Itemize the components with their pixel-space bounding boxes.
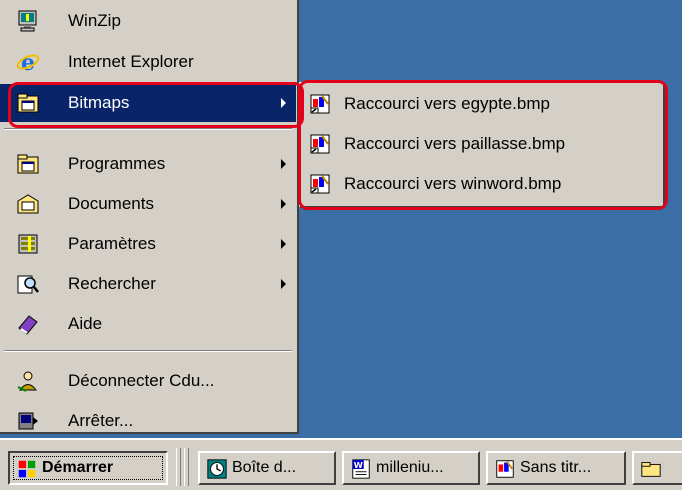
submenu-item-label: Raccourci vers paillasse.bmp bbox=[344, 134, 566, 153]
menu-separator bbox=[4, 350, 292, 352]
start-menu-item-label: Déconnecter Cdu... bbox=[68, 371, 215, 390]
paint-shortcut-icon bbox=[310, 174, 330, 194]
logoff-icon bbox=[17, 371, 37, 392]
submenu-arrow-icon bbox=[281, 199, 286, 209]
start-menu-item-bitmaps[interactable]: Bitmaps bbox=[0, 84, 296, 122]
word-doc-icon: W bbox=[352, 459, 370, 479]
taskbar-grip[interactable] bbox=[176, 448, 181, 486]
menu-separator bbox=[4, 128, 292, 130]
taskbar-button-label: Boîte d... bbox=[232, 459, 297, 476]
submenu-arrow-icon bbox=[281, 279, 286, 289]
taskbar-grip[interactable] bbox=[184, 448, 189, 486]
taskbar-button-label: milleniu... bbox=[376, 459, 444, 476]
taskbar: Démarrer Boîte d... W milleniu... Sans t… bbox=[0, 438, 682, 490]
paint-shortcut-icon bbox=[310, 94, 330, 114]
submenu-item-label: Raccourci vers winword.bmp bbox=[344, 174, 562, 193]
start-menu-item-deconnecter[interactable]: Déconnecter Cdu... bbox=[0, 362, 296, 400]
winzip-icon bbox=[18, 10, 37, 32]
submenu-arrow-icon bbox=[281, 159, 286, 169]
search-icon bbox=[17, 275, 39, 294]
start-menu-item-label: Internet Explorer bbox=[68, 52, 194, 71]
taskbar-button-inbox[interactable]: Boîte d... bbox=[198, 451, 336, 485]
start-menu-item-winzip[interactable]: WinZip bbox=[0, 2, 296, 40]
submenu-arrow-icon bbox=[281, 239, 286, 249]
start-menu-item-label: Arrêter... bbox=[68, 411, 134, 430]
start-menu-item-documents[interactable]: Documents bbox=[0, 185, 296, 223]
taskbar-button-millenium[interactable]: W milleniu... bbox=[342, 451, 480, 485]
start-menu-item-label: Bitmaps bbox=[68, 93, 130, 112]
start-menu-item-label: WinZip bbox=[68, 11, 121, 30]
internet-explorer-icon: e bbox=[16, 50, 40, 74]
paint-icon bbox=[496, 460, 514, 478]
svg-text:W: W bbox=[354, 460, 363, 470]
svg-text:e: e bbox=[21, 50, 35, 74]
paint-shortcut-icon bbox=[310, 134, 330, 154]
submenu-item-egypte[interactable]: Raccourci vers egypte.bmp bbox=[300, 85, 662, 123]
start-menu-item-programmes[interactable]: Programmes bbox=[0, 145, 296, 183]
bitmaps-submenu: Raccourci vers egypte.bmp Raccourci vers… bbox=[299, 82, 665, 208]
submenu-arrow-icon bbox=[281, 98, 286, 108]
start-menu: WinZip e Internet Explorer Bitmaps Progr… bbox=[0, 0, 299, 434]
start-button-label: Démarrer bbox=[42, 459, 114, 476]
windows-logo-icon bbox=[18, 460, 36, 478]
submenu-item-winword[interactable]: Raccourci vers winword.bmp bbox=[300, 165, 662, 203]
start-menu-item-label: Aide bbox=[68, 314, 103, 333]
start-menu-item-label: Paramètres bbox=[68, 234, 156, 253]
start-menu-item-internet-explorer[interactable]: e Internet Explorer bbox=[0, 43, 296, 81]
settings-icon bbox=[18, 234, 38, 254]
folder-icon bbox=[641, 462, 661, 477]
start-menu-item-label: Rechercher bbox=[68, 274, 156, 293]
start-menu-item-aide[interactable]: Aide bbox=[0, 305, 296, 343]
submenu-item-label: Raccourci vers egypte.bmp bbox=[344, 94, 550, 113]
taskbar-button-label: Sans titr... bbox=[520, 459, 592, 476]
outlook-icon bbox=[207, 459, 227, 479]
programs-folder-icon bbox=[17, 154, 39, 174]
start-menu-item-label: Programmes bbox=[68, 154, 166, 173]
taskbar-button-folder[interactable] bbox=[632, 451, 682, 485]
documents-folder-icon bbox=[17, 194, 39, 214]
start-menu-item-arreter[interactable]: Arrêter... bbox=[0, 402, 296, 440]
help-book-icon bbox=[18, 315, 38, 335]
start-button[interactable]: Démarrer bbox=[8, 451, 168, 485]
start-menu-item-rechercher[interactable]: Rechercher bbox=[0, 265, 296, 303]
taskbar-button-sans-titre[interactable]: Sans titr... bbox=[486, 451, 626, 485]
start-menu-item-label: Documents bbox=[68, 194, 154, 213]
folder-program-icon bbox=[17, 93, 39, 113]
shutdown-icon bbox=[18, 412, 38, 430]
submenu-item-paillasse[interactable]: Raccourci vers paillasse.bmp bbox=[300, 125, 662, 163]
start-menu-item-parametres[interactable]: Paramètres bbox=[0, 225, 296, 263]
